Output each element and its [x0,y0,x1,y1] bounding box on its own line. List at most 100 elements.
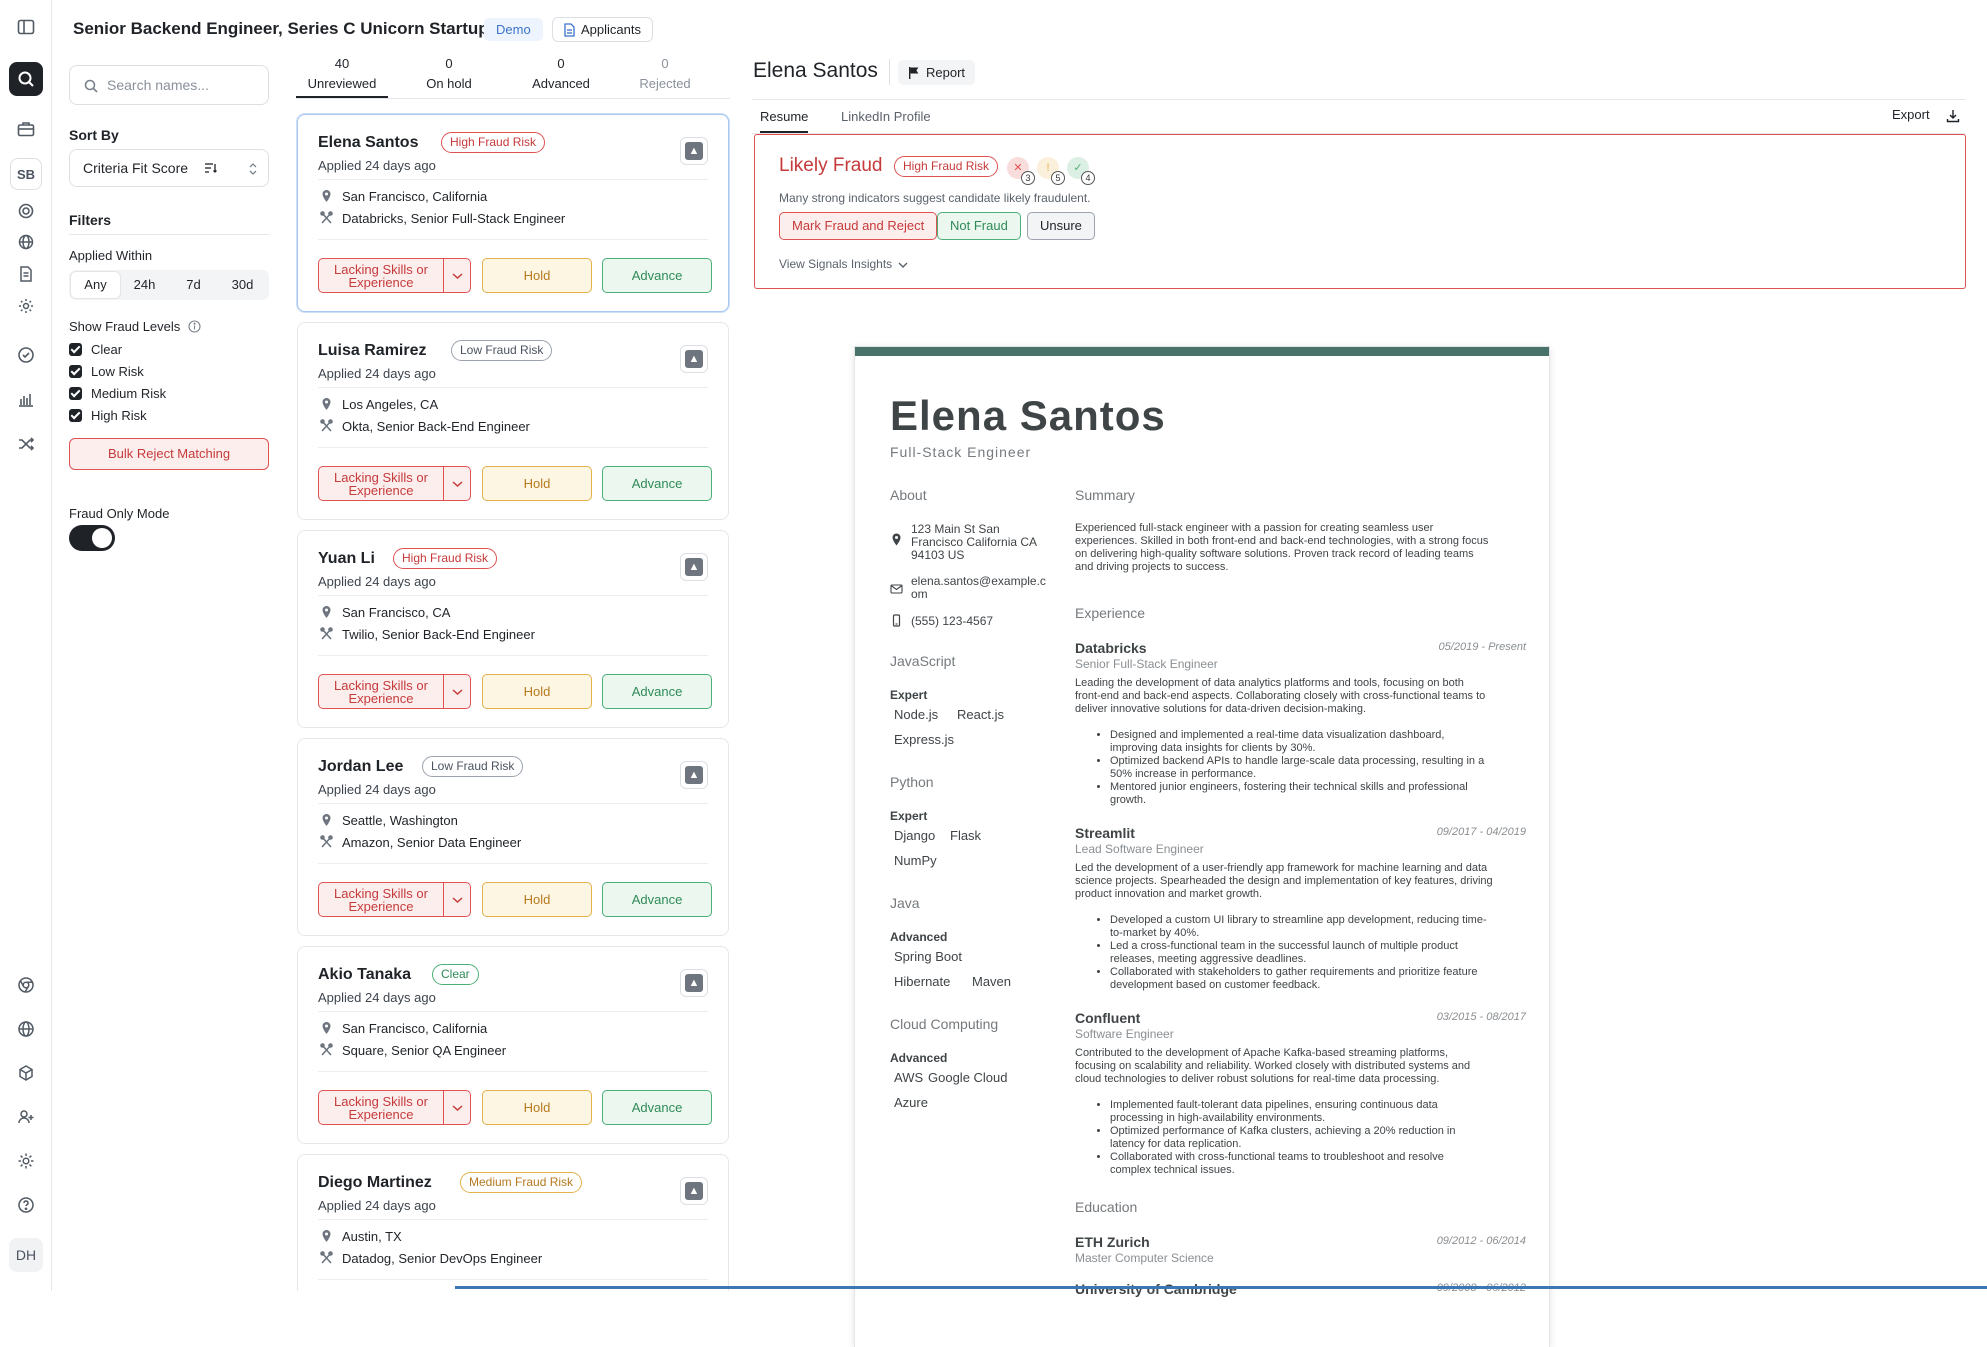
hold-button[interactable]: Hold [482,258,592,293]
reject-dropdown[interactable] [443,1091,471,1124]
view-signals-link[interactable]: View Signals Insights [779,257,908,271]
github-button[interactable]: ▲ [680,345,708,373]
applied-24h[interactable]: 24h [120,272,169,298]
checkbox-low-risk[interactable]: Low Risk [69,363,144,379]
candidate-card[interactable]: Akio Tanaka Clear Applied 24 days ago ▲ San … [297,946,729,1144]
tab-unreviewed[interactable]: 40 Unreviewed [296,56,388,98]
advance-button[interactable]: Advance [602,258,712,293]
info-icon[interactable] [188,320,201,333]
github-button[interactable]: ▲ [680,969,708,997]
job-text: Databricks, Senior Full-Stack Engineer [342,211,566,226]
github-button[interactable]: ▲ [680,1177,708,1205]
tab-linkedin[interactable]: LinkedIn Profile [841,99,931,133]
hold-button[interactable]: Hold [482,674,592,709]
cube-icon[interactable] [9,1056,43,1090]
workspace-badge[interactable]: SB [10,158,42,190]
help-icon[interactable] [9,1188,43,1222]
fraud-title: Likely Fraud [779,155,883,176]
user-avatar[interactable]: DH [9,1238,43,1272]
experience-dates: 03/2015 - 08/2017 [1436,1011,1526,1023]
advance-button[interactable]: Advance [602,674,712,709]
experience-description: Leading the development of data analytic… [1075,677,1525,716]
fraud-risk-badge: High Fraud Risk [894,156,999,177]
tab-on-hold[interactable]: 0 On hold [403,56,495,93]
reject-dropdown[interactable] [443,883,471,916]
checkbox-check-icon [69,408,82,422]
reject-button[interactable]: Lacking Skills or Experience [318,466,471,501]
skill-tag: NumPy [894,853,937,868]
advance-button[interactable]: Advance [602,882,712,917]
fraud-signal-indicator[interactable]: ✕ 3 [1007,157,1035,185]
signal-glyph: ✓ [1073,162,1083,174]
tab-rejected[interactable]: 0 Rejected [619,56,711,93]
location-pin-icon [322,606,331,618]
github-button[interactable]: ▲ [680,137,708,165]
export-button[interactable]: Export [1892,99,1960,133]
reject-button[interactable]: Lacking Skills or Experience [318,258,471,293]
bar-chart-icon[interactable] [9,383,43,417]
candidate-card[interactable]: Diego Martinez Medium Fraud Risk Applied 2… [297,1154,729,1291]
tab-resume[interactable]: Resume [760,99,809,133]
target-icon[interactable] [9,194,43,228]
reject-dropdown[interactable] [443,259,471,292]
description-line: Led the development of a user-friendly a… [1075,862,1488,874]
experience-bullets: Implemented fault-tolerant data pipeline… [1110,1099,1520,1177]
location-text: San Francisco, California [342,189,488,204]
github-icon: ▲ [685,350,703,368]
chrome-icon[interactable] [9,968,43,1002]
skill-tag: AWS [894,1070,924,1085]
tools-icon [320,1251,333,1264]
reject-button[interactable]: Lacking Skills or Experience [318,882,471,917]
checkbox-clear[interactable]: Clear [69,341,122,357]
globe-small-icon[interactable] [9,225,43,259]
divider [318,1071,708,1072]
reject-dropdown[interactable] [443,675,471,708]
hold-button[interactable]: Hold [482,882,592,917]
reject-dropdown[interactable] [443,467,471,500]
applied-7d[interactable]: 7d [169,272,218,298]
shuffle-icon[interactable] [9,427,43,461]
github-button[interactable]: ▲ [680,761,708,789]
skill-tag: Hibernate [894,974,951,989]
check-circle-icon[interactable] [9,338,43,372]
fraud-only-toggle[interactable] [69,525,115,551]
sidebar-toggle-icon[interactable] [9,10,43,44]
candidate-card[interactable]: Luisa Ramirez Low Fraud Risk Applied 24 da… [297,322,729,520]
add-user-icon[interactable] [9,1100,43,1134]
search-input[interactable]: Search names... [69,65,269,105]
search-nav-icon[interactable] [9,62,43,96]
checkbox-medium-risk[interactable]: Medium Risk [69,385,166,401]
education-school: ETH Zurich [1075,1234,1150,1250]
reject-button[interactable]: Lacking Skills or Experience [318,674,471,709]
summary-line: experiences. Skilled in both front-end a… [1075,535,1489,547]
tab-advanced[interactable]: 0 Advanced [515,56,607,93]
fraud-signal-indicator[interactable]: ✓ 4 [1067,157,1095,185]
checkbox-high-risk[interactable]: High Risk [69,407,147,423]
candidate-card[interactable]: Jordan Lee Low Fraud Risk Applied 24 days … [297,738,729,936]
tab-count: 40 [334,56,350,71]
unsure-button[interactable]: Unsure [1027,212,1095,240]
mark-fraud-reject-button[interactable]: Mark Fraud and Reject [779,212,938,240]
advance-button[interactable]: Advance [602,466,712,501]
applied-30d[interactable]: 30d [218,272,267,298]
not-fraud-button[interactable]: Not Fraud [937,212,1021,240]
candidate-card[interactable]: Yuan Li High Fraud Risk Applied 24 days ag… [297,530,729,728]
fraud-signal-indicator[interactable]: ! 5 [1037,157,1065,185]
candidate-card[interactable]: Elena Santos High Fraud Risk Applied 24 da… [297,114,729,312]
hold-button[interactable]: Hold [482,466,592,501]
gear-icon[interactable] [9,1144,43,1178]
globe-icon[interactable] [9,1012,43,1046]
document-icon[interactable] [9,257,43,291]
hold-button[interactable]: Hold [482,1090,592,1125]
advance-button[interactable]: Advance [602,1090,712,1125]
settings-small-icon[interactable] [9,289,43,323]
applied-any[interactable]: Any [71,272,120,298]
reject-button[interactable]: Lacking Skills or Experience [318,1090,471,1125]
experience-dates: 09/2017 - 04/2019 [1436,826,1526,838]
sort-select[interactable]: Criteria Fit Score [69,149,269,187]
bulk-reject-button[interactable]: Bulk Reject Matching [69,438,269,470]
applicants-button[interactable]: Applicants [552,17,653,42]
github-button[interactable]: ▲ [680,553,708,581]
report-button[interactable]: Report [898,60,976,85]
briefcase-icon[interactable] [9,112,43,146]
